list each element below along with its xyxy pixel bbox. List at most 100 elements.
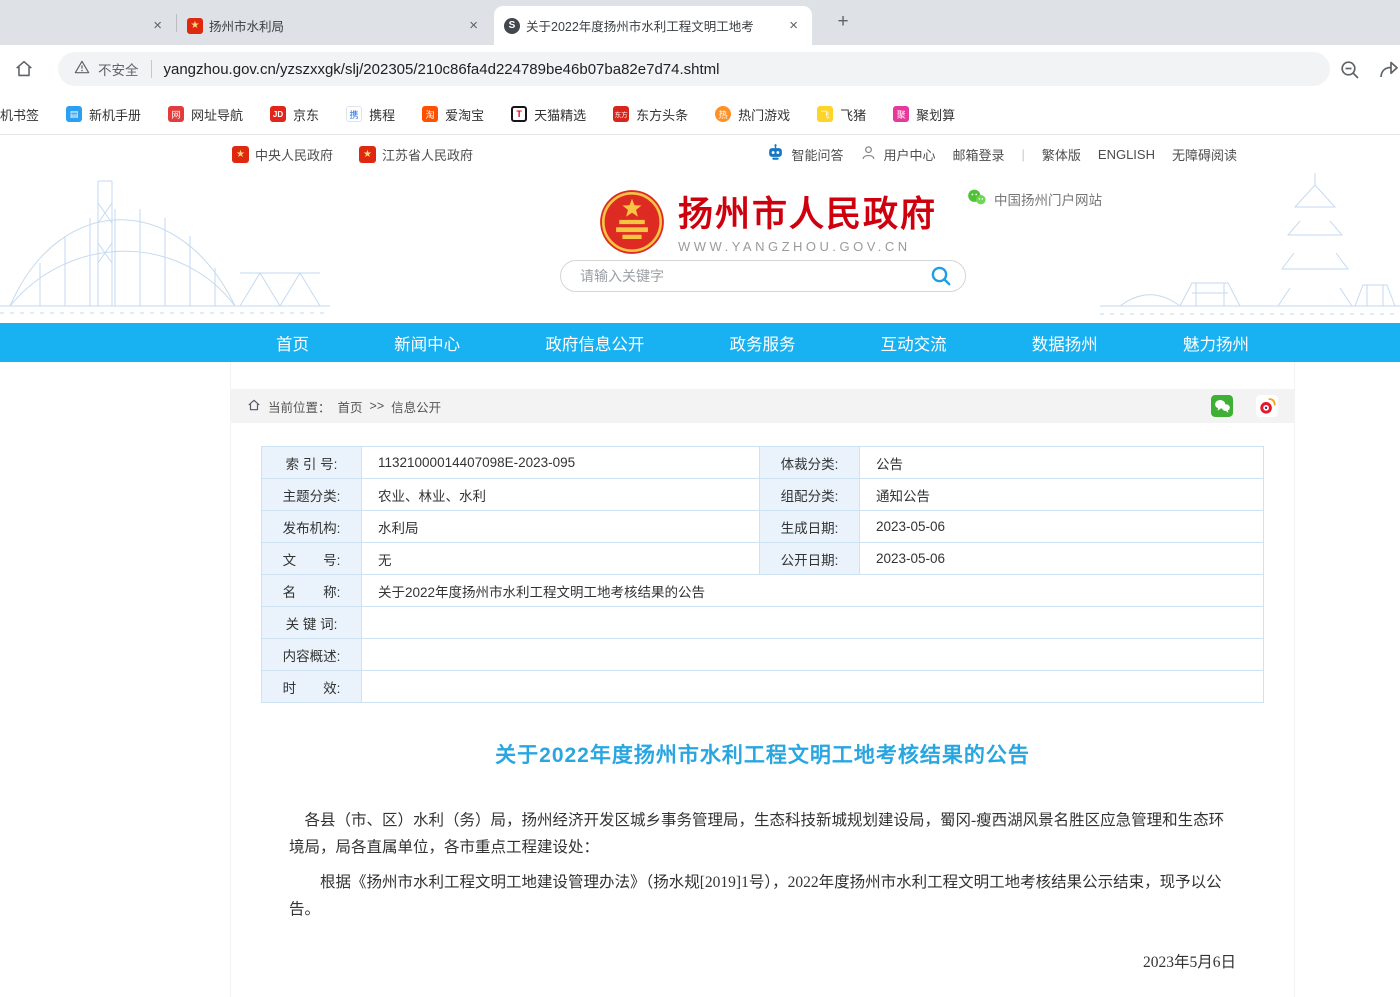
tab-active-announcement[interactable]: S 关于2022年度扬州市水利工程文明工地考 ×: [494, 6, 812, 45]
bookmark-label: 热门游戏: [738, 105, 790, 124]
link-user-center[interactable]: 用户中心: [860, 144, 935, 164]
nav-news[interactable]: 新闻中心: [394, 331, 460, 355]
link-accessible[interactable]: 无障碍阅读: [1172, 145, 1237, 164]
meta-label: 关 键 词:: [262, 607, 362, 639]
wechat-icon: [966, 187, 987, 211]
nav-home[interactable]: 首页: [276, 331, 309, 355]
table-row: 主题分类: 农业、林业、水利 组配分类: 通知公告: [262, 479, 1264, 511]
meta-label: 组配分类:: [760, 479, 860, 511]
meta-value-issuer: 水利局: [362, 511, 760, 543]
user-icon: [860, 144, 877, 164]
site-utility-bar: ★ 中央人民政府 ★ 江苏省人民政府 智能问答 用户中心 邮箱登录: [0, 135, 1400, 173]
meta-value-group: 通知公告: [860, 479, 1264, 511]
games-icon: 热: [715, 106, 731, 122]
nav-charm[interactable]: 魅力扬州: [1183, 331, 1249, 355]
link-label: 江苏省人民政府: [382, 145, 473, 164]
not-secure-icon[interactable]: [74, 59, 90, 80]
bookmark-hot-games[interactable]: 热热门游戏: [715, 105, 790, 124]
search-icon[interactable]: [929, 264, 953, 288]
zoom-out-icon[interactable]: [1338, 58, 1362, 87]
bookmarks-bar: 机书签 ▤新机手册 网网址导航 JD 京东 携携程 淘爱淘宝 T天猫精选 东方东方…: [0, 94, 1400, 135]
bookmark-fliggy[interactable]: 飞飞猪: [817, 105, 866, 124]
gov-emblem-icon: ★: [232, 146, 249, 163]
nav-data[interactable]: 数据扬州: [1032, 331, 1098, 355]
link-central-gov[interactable]: ★ 中央人民政府: [232, 145, 333, 164]
site-logo[interactable]: 扬州市人民政府 WWW.YANGZHOU.GOV.CN: [598, 188, 937, 261]
url-field[interactable]: 不安全 yangzhou.gov.cn/yzszxxgk/slj/202305/…: [58, 52, 1330, 86]
wechat-share-icon[interactable]: [1211, 395, 1233, 417]
meta-label: 发布机构:: [262, 511, 362, 543]
meta-label: 公开日期:: [760, 543, 860, 575]
link-traditional[interactable]: 繁体版: [1042, 145, 1081, 164]
meta-value-publish-date: 2023-05-06: [860, 543, 1264, 575]
site-name: 扬州市人民政府: [678, 195, 937, 235]
manual-icon: ▤: [66, 106, 82, 122]
bookmark-label: 东方头条: [636, 105, 688, 124]
search-input[interactable]: [561, 268, 929, 284]
nav-info-disclosure[interactable]: 政府信息公开: [545, 331, 644, 355]
tab-strip: × ★ 扬州市水利局 × S 关于2022年度扬州市水利工程文明工地考 × +: [0, 0, 1400, 45]
tab-title: 关于2022年度扬州市水利工程文明工地考: [526, 16, 779, 35]
tab-close-icon[interactable]: ×: [465, 17, 482, 34]
site-header-banner: 扬州市人民政府 WWW.YANGZHOU.GOV.CN 中国扬州门户网站: [0, 173, 1400, 323]
eastday-icon: 东方: [613, 106, 629, 122]
link-mail-login[interactable]: 邮箱登录: [952, 145, 1004, 164]
meta-label: 生成日期:: [760, 511, 860, 543]
bookmark-tmall[interactable]: T天猫精选: [511, 105, 586, 124]
meta-value-genre: 公告: [860, 447, 1264, 479]
bookmark-ctrip[interactable]: 携携程: [346, 105, 395, 124]
fliggy-icon: 飞: [817, 106, 833, 122]
breadcrumb-home[interactable]: 首页: [338, 397, 363, 416]
bookmark-label: 网址导航: [191, 105, 243, 124]
weibo-share-icon[interactable]: [1256, 395, 1278, 417]
meta-value-summary: [362, 639, 1264, 671]
tab-hidden[interactable]: ×: [0, 6, 176, 45]
browser-window: × ★ 扬州市水利局 × S 关于2022年度扬州市水利工程文明工地考 × + …: [0, 0, 1400, 997]
bookmark-label: 聚划算: [916, 105, 955, 124]
breadcrumb-current[interactable]: 信息公开: [391, 397, 441, 416]
breadcrumb-separator: >>: [370, 399, 385, 413]
bookmark-eastday[interactable]: 东方东方头条: [613, 105, 688, 124]
home-icon[interactable]: [13, 58, 35, 85]
share-icon[interactable]: [1376, 58, 1400, 87]
bookmark-label: 爱淘宝: [445, 105, 484, 124]
breadcrumb-prefix: 当前位置：: [268, 397, 331, 416]
bookmark-phone-bookmarks[interactable]: 机书签: [0, 105, 39, 124]
meta-label: 内容概述:: [262, 639, 362, 671]
bookmark-label: 飞猪: [840, 105, 866, 124]
link-jiangsu-gov[interactable]: ★ 江苏省人民政府: [359, 145, 473, 164]
meta-label: 时 效:: [262, 671, 362, 703]
tab-close-icon[interactable]: ×: [785, 17, 802, 34]
bookmark-label: 携程: [369, 105, 395, 124]
bookmark-juhuasuan[interactable]: 聚聚划算: [893, 105, 955, 124]
link-smart-qa[interactable]: 智能问答: [766, 143, 843, 165]
bookmark-label: 京东: [293, 105, 319, 124]
meta-label: 主题分类:: [262, 479, 362, 511]
bookmark-url-nav[interactable]: 网网址导航: [168, 105, 243, 124]
bookmark-jd[interactable]: JD 京东: [270, 105, 319, 124]
link-english[interactable]: ENGLISH: [1098, 147, 1155, 162]
nav-services[interactable]: 政务服务: [729, 331, 795, 355]
table-row: 发布机构: 水利局 生成日期: 2023-05-06: [262, 511, 1264, 543]
bridge-line-art: [0, 173, 330, 323]
table-row: 内容概述:: [262, 639, 1264, 671]
table-row: 名 称: 关于2022年度扬州市水利工程文明工地考核结果的公告: [262, 575, 1264, 607]
bookmark-manual[interactable]: ▤新机手册: [66, 105, 141, 124]
tab-water-bureau[interactable]: ★ 扬州市水利局 ×: [177, 6, 492, 45]
site-search: [560, 260, 966, 292]
nav-interaction[interactable]: 互动交流: [881, 331, 947, 355]
document-meta-table: 索 引 号: 11321000014407098E-2023-095 体裁分类:…: [261, 446, 1264, 703]
new-tab-button[interactable]: +: [830, 10, 856, 36]
table-row: 索 引 号: 11321000014407098E-2023-095 体裁分类:…: [262, 447, 1264, 479]
content-area: 当前位置： 首页 >> 信息公开 索 引 号: 1132100001440709…: [230, 362, 1295, 997]
portal-wechat-link[interactable]: 中国扬州门户网站: [966, 187, 1102, 211]
article-paragraph: 各县（市、区）水利（务）局，扬州经济开发区城乡事务管理局，生态科技新城规划建设局…: [289, 807, 1236, 861]
meta-label: 文 号:: [262, 543, 362, 575]
bookmark-taobao[interactable]: 淘爱淘宝: [422, 105, 484, 124]
page-url[interactable]: yangzhou.gov.cn/yzszxxgk/slj/202305/210c…: [164, 61, 720, 78]
tab-close-icon[interactable]: ×: [149, 17, 166, 34]
juhuasuan-icon: 聚: [893, 106, 909, 122]
link-label: 中央人民政府: [255, 145, 333, 164]
ctrip-icon: 携: [346, 106, 362, 122]
jd-icon: JD: [270, 106, 286, 122]
